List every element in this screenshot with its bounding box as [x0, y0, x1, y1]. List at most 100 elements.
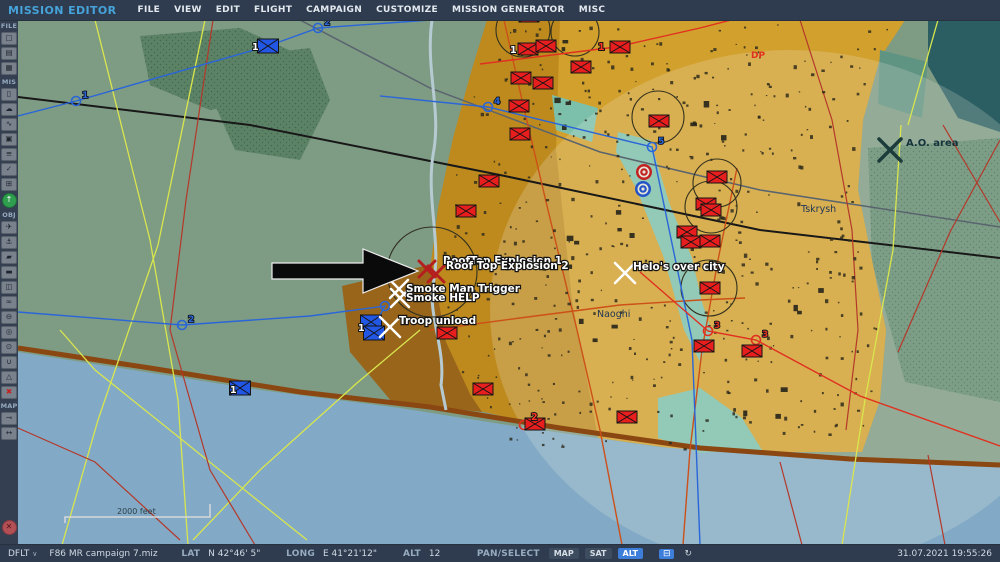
- point-tool-icon[interactable]: ⊙: [1, 341, 17, 354]
- menu-item-flight[interactable]: FLIGHT: [254, 5, 292, 15]
- sidebar-section-map: MAP: [0, 402, 18, 410]
- fly-mission-icon[interactable]: ↑: [1, 193, 17, 208]
- bullseye-marker-blue[interactable]: [635, 181, 651, 197]
- map-viewport[interactable]: 1224533 RoofTop Explosion 1 Roof Top Expl…: [18, 20, 1000, 545]
- sidebar-section-obj: OBJ: [2, 211, 16, 219]
- map-key-icon[interactable]: ⊸: [1, 412, 17, 425]
- red-ground-unit[interactable]: [616, 410, 638, 424]
- alt-value: 12: [428, 548, 441, 559]
- waypoint-number: 2: [324, 20, 330, 28]
- map-label: 1: [252, 42, 259, 53]
- red-ground-unit[interactable]: [700, 203, 722, 217]
- map-label: Tskrysh: [800, 204, 836, 215]
- add-vehicle-icon[interactable]: ▬: [1, 266, 17, 279]
- mission-filename: F86 MR campaign 7.miz: [49, 548, 158, 559]
- delete-object-icon[interactable]: ✖: [1, 386, 17, 399]
- map-scale-label: 2000 feet: [117, 507, 156, 516]
- add-group-template-icon[interactable]: ∞: [1, 296, 17, 309]
- menu-item-mission-generator[interactable]: MISSION GENERATOR: [452, 5, 565, 15]
- exit-editor-icon[interactable]: ✕: [1, 520, 17, 535]
- map-canvas[interactable]: 1224533 RoofTop Explosion 1Roof Top Expl…: [18, 20, 1000, 545]
- red-ground-unit[interactable]: [741, 344, 763, 358]
- profile-dropdown[interactable]: DFLT ∨: [8, 549, 37, 559]
- waypoint-number: 4: [494, 97, 500, 107]
- blue-ground-unit[interactable]: [257, 38, 279, 54]
- red-ground-unit[interactable]: [508, 99, 530, 113]
- red-ground-unit[interactable]: [509, 127, 531, 141]
- mission-goals-icon[interactable]: ✓: [1, 163, 17, 176]
- bullseye-marker-red[interactable]: [636, 164, 652, 180]
- app-title: MISSION EDITOR: [8, 3, 117, 17]
- red-ground-unit[interactable]: [648, 114, 670, 128]
- map-label: Roof Top Explosion 2: [446, 260, 569, 272]
- sidebar-section-file: FILE: [0, 22, 18, 30]
- mission-options-icon[interactable]: ≡: [1, 148, 17, 161]
- map-label: Troop unload: [399, 315, 476, 327]
- red-ground-unit[interactable]: [510, 71, 532, 85]
- open-mission-icon[interactable]: ▤: [1, 47, 17, 60]
- map-label: 1: [510, 45, 517, 56]
- map-label: Naoghi: [597, 309, 630, 320]
- triggered-actions-icon[interactable]: ∿: [1, 118, 17, 131]
- datetime: 31.07.2021 19:55:26: [897, 548, 992, 559]
- red-ground-unit[interactable]: [699, 281, 721, 295]
- lat-label: LAT: [181, 548, 201, 559]
- menu-item-file[interactable]: FILE: [138, 5, 161, 15]
- waypoint-number: 3: [714, 321, 720, 331]
- bullseye-tool-icon[interactable]: ◎: [1, 326, 17, 339]
- add-armor-icon[interactable]: ▰: [1, 251, 17, 264]
- sequence-tool-icon[interactable]: ∪: [1, 356, 17, 369]
- add-ship-icon[interactable]: ⚓: [1, 236, 17, 249]
- red-ground-unit[interactable]: [532, 76, 554, 90]
- map-label: DP: [751, 51, 765, 61]
- red-ground-unit[interactable]: [478, 174, 500, 188]
- top-menu-bar: MISSION EDITOR FILE VIEW EDIT FLIGHT CAMPAIG…: [0, 0, 1000, 21]
- red-ground-unit[interactable]: [699, 234, 721, 248]
- briefing-editor-icon[interactable]: ▯: [1, 88, 17, 101]
- map-label: Helo's over city: [633, 261, 725, 273]
- red-ground-unit[interactable]: [609, 40, 631, 54]
- red-ground-unit[interactable]: [517, 42, 539, 56]
- red-ground-unit[interactable]: [680, 235, 702, 249]
- draw-shapes-icon[interactable]: △: [1, 371, 17, 384]
- add-static-object-icon[interactable]: ◫: [1, 281, 17, 294]
- red-ground-unit[interactable]: [693, 339, 715, 353]
- long-label: LONG: [286, 548, 315, 559]
- weather-editor-icon[interactable]: ☁: [1, 103, 17, 116]
- menu-item-edit[interactable]: EDIT: [216, 5, 240, 15]
- map-label: 1: [230, 385, 237, 396]
- menu: FILE VIEW EDIT FLIGHT CAMPAIGN CUSTOMIZE MISSI…: [131, 5, 613, 15]
- toggle-sat[interactable]: SAT: [584, 548, 612, 559]
- measure-tool-icon[interactable]: ⊟: [658, 548, 675, 559]
- map-label: 1: [598, 42, 605, 53]
- toggle-alt[interactable]: ALT: [617, 548, 643, 559]
- menu-item-misc[interactable]: MISC: [579, 5, 606, 15]
- waypoint-number: 1: [82, 91, 88, 101]
- new-mission-icon[interactable]: ▢: [1, 32, 17, 45]
- unit-lists-icon[interactable]: ⊞: [1, 178, 17, 191]
- status-bar: DFLT ∨ F86 MR campaign 7.miz LAT N 42°46…: [0, 544, 1000, 562]
- add-aircraft-icon[interactable]: ✈: [1, 221, 17, 234]
- red-ground-unit[interactable]: [706, 170, 728, 184]
- map-label: Smoke HELP: [406, 292, 480, 304]
- menu-item-customize[interactable]: CUSTOMIZE: [376, 5, 438, 15]
- trigger-rules-icon[interactable]: ▣: [1, 133, 17, 146]
- add-trigger-zone-icon[interactable]: ⊖: [1, 311, 17, 324]
- toggle-map[interactable]: MAP: [548, 548, 579, 559]
- red-ground-unit[interactable]: [472, 382, 494, 396]
- menu-item-campaign[interactable]: CAMPAIGN: [306, 5, 362, 15]
- measure-distance-icon[interactable]: ↔: [1, 427, 17, 440]
- red-ground-unit[interactable]: [535, 39, 557, 53]
- red-ground-unit[interactable]: [570, 60, 592, 74]
- map-label: 2: [531, 412, 538, 423]
- red-ground-unit[interactable]: [455, 204, 477, 218]
- refresh-loop-icon[interactable]: ↻: [680, 549, 696, 559]
- alt-label: ALT: [402, 548, 421, 559]
- save-mission-icon[interactable]: ▦: [1, 62, 17, 75]
- menu-item-view[interactable]: VIEW: [174, 5, 202, 15]
- blue-ground-unit[interactable]: [363, 325, 385, 341]
- red-ground-unit[interactable]: [436, 326, 458, 340]
- profile-value: DFLT: [8, 548, 30, 559]
- layer-toggles: MAP SAT ALT: [546, 548, 646, 559]
- statusbar-icon-buttons: ⊟ ↻: [656, 548, 699, 559]
